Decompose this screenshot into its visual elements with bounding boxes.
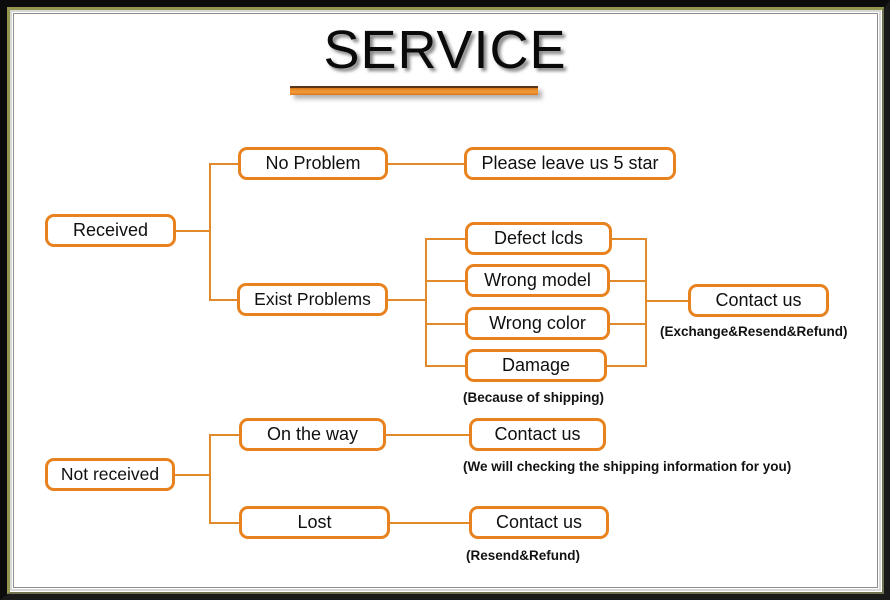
node-lost-label: Lost xyxy=(297,512,332,532)
node-please-leave-review-label: Please leave us 5 star xyxy=(481,153,659,173)
connector-exist-problems-stub xyxy=(387,299,426,301)
connector-to-lost xyxy=(209,522,239,524)
connector-received-trunk xyxy=(209,163,211,301)
node-contact-us-lost-label: Contact us xyxy=(495,512,583,532)
connector-to-no-problem xyxy=(209,163,239,165)
node-damage[interactable]: Damage xyxy=(465,349,607,382)
node-contact-us-lost[interactable]: Contact us xyxy=(469,506,609,539)
node-wrong-model-label: Wrong model xyxy=(484,270,591,290)
connector-wrong-model-merge xyxy=(609,280,647,282)
connector-defect-lcds-merge xyxy=(611,238,647,240)
node-contact-us-problems-label: Contact us xyxy=(715,290,802,310)
connector-lost-to-contact-us xyxy=(390,522,469,524)
node-wrong-color[interactable]: Wrong color xyxy=(465,307,610,340)
node-on-the-way[interactable]: On the way xyxy=(239,418,386,451)
connector-to-on-the-way xyxy=(209,434,239,436)
connector-wrong-color-merge xyxy=(609,323,647,325)
node-please-leave-review[interactable]: Please leave us 5 star xyxy=(464,147,676,180)
node-on-the-way-label: On the way xyxy=(266,424,359,444)
connector-to-defect-lcds xyxy=(425,238,465,240)
node-received-label: Received xyxy=(72,220,149,240)
note-we-will-checking: (We will checking the shipping informati… xyxy=(463,459,792,474)
node-exist-problems[interactable]: Exist Problems xyxy=(237,283,388,316)
node-contact-us-on-the-way[interactable]: Contact us xyxy=(469,418,606,451)
connector-damage-merge xyxy=(606,365,647,367)
node-damage-label: Damage xyxy=(501,355,571,375)
title-underline-bar xyxy=(290,86,538,95)
connector-not-received-stub xyxy=(175,474,211,476)
node-not-received[interactable]: Not received xyxy=(45,458,175,491)
connector-to-wrong-model xyxy=(425,280,465,282)
connector-problems-merge-trunk xyxy=(645,238,647,366)
node-defect-lcds-label: Defect lcds xyxy=(493,228,584,248)
connector-no-problem-to-review xyxy=(388,163,464,165)
note-exchange-resend-refund: (Exchange&Resend&Refund) xyxy=(660,324,848,339)
node-contact-us-problems[interactable]: Contact us xyxy=(688,284,829,317)
connector-merge-to-contact-us xyxy=(645,300,689,302)
connector-to-damage xyxy=(425,365,465,367)
node-contact-us-on-the-way-label: Contact us xyxy=(494,424,581,444)
page-title: SERVICE xyxy=(0,22,890,79)
node-defect-lcds[interactable]: Defect lcds xyxy=(465,222,612,255)
note-resend-refund: (Resend&Refund) xyxy=(466,548,580,563)
node-wrong-model[interactable]: Wrong model xyxy=(465,264,610,297)
flowchart-canvas: SERVICE Received No Problem Exist Proble… xyxy=(0,0,890,600)
connector-to-exist-problems xyxy=(209,299,239,301)
node-no-problem-label: No Problem xyxy=(265,153,361,173)
connector-to-wrong-color xyxy=(425,323,465,325)
connector-received-stub xyxy=(175,230,211,232)
node-not-received-label: Not received xyxy=(60,464,160,484)
connector-problems-trunk xyxy=(425,238,427,366)
page-title-text: SERVICE xyxy=(323,20,567,80)
node-received[interactable]: Received xyxy=(45,214,176,247)
connector-on-the-way-to-contact-us xyxy=(386,434,469,436)
node-lost[interactable]: Lost xyxy=(239,506,390,539)
connector-not-received-trunk xyxy=(209,434,211,524)
node-wrong-color-label: Wrong color xyxy=(489,313,586,333)
node-no-problem[interactable]: No Problem xyxy=(238,147,388,180)
note-because-of-shipping: (Because of shipping) xyxy=(463,390,605,405)
node-exist-problems-label: Exist Problems xyxy=(254,289,371,309)
